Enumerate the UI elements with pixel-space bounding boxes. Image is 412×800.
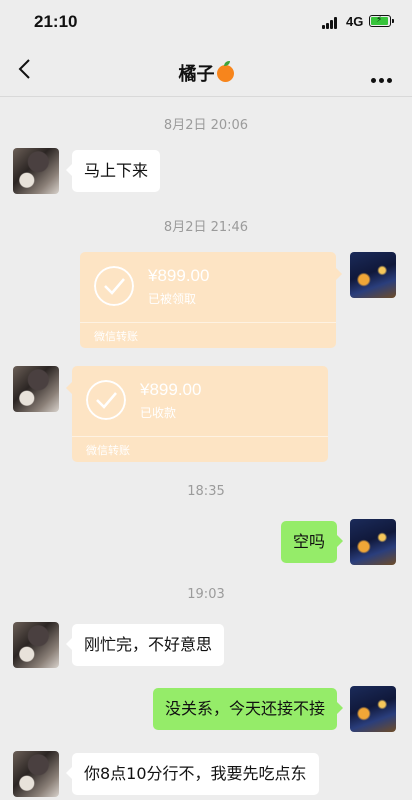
- peer-avatar[interactable]: [13, 751, 59, 797]
- self-avatar[interactable]: [350, 686, 396, 732]
- status-bar: 21:10 4G ⚡: [0, 0, 412, 44]
- contact-name: 橘子: [178, 64, 215, 85]
- transfer-divider: [72, 436, 328, 437]
- message-bubble[interactable]: 刚忙完，不好意思: [65, 624, 225, 666]
- timestamp: 18:35: [187, 484, 225, 499]
- transfer-divider: [80, 322, 336, 323]
- transfer-status: 已被领取: [148, 292, 197, 306]
- chat-header: 橘子: [0, 44, 412, 97]
- transfer-label: 微信转账: [86, 444, 130, 457]
- battery-charging-icon: ⚡: [369, 15, 394, 27]
- transfer-amount: ¥899.00: [140, 380, 202, 399]
- signal-icon: [322, 17, 342, 29]
- peer-avatar[interactable]: [13, 366, 59, 412]
- message-bubble[interactable]: 你8点10分行不，我要先吃点东: [66, 753, 319, 795]
- timestamp: 8月2日 21:46: [163, 220, 249, 235]
- more-icon[interactable]: [368, 68, 392, 87]
- peer-avatar[interactable]: [13, 622, 59, 668]
- orange-icon: [216, 61, 234, 82]
- transfer-card[interactable]: ¥899.00 已被领取 微信转账: [80, 252, 342, 348]
- timestamp: 19:03: [187, 587, 225, 602]
- message-bubble[interactable]: 空吗: [280, 521, 344, 563]
- check-icon: [86, 380, 126, 420]
- timestamp: 8月2日 20:06: [163, 118, 249, 133]
- status-time: 21:10: [34, 12, 78, 31]
- message-bubble[interactable]: 马上下来: [65, 150, 161, 192]
- transfer-status: 已收款: [140, 406, 177, 420]
- self-avatar[interactable]: [350, 519, 396, 565]
- self-avatar[interactable]: [350, 252, 396, 298]
- transfer-card[interactable]: ¥899.00 已收款 微信转账: [66, 366, 328, 462]
- peer-avatar[interactable]: [13, 148, 59, 194]
- transfer-amount: ¥899.00: [148, 266, 210, 285]
- chat-title: 橘子: [0, 60, 412, 86]
- message-bubble[interactable]: 没关系，今天还接不接: [152, 688, 344, 730]
- network-type: 4G: [346, 14, 364, 29]
- transfer-label: 微信转账: [94, 330, 138, 343]
- check-icon: [94, 266, 134, 306]
